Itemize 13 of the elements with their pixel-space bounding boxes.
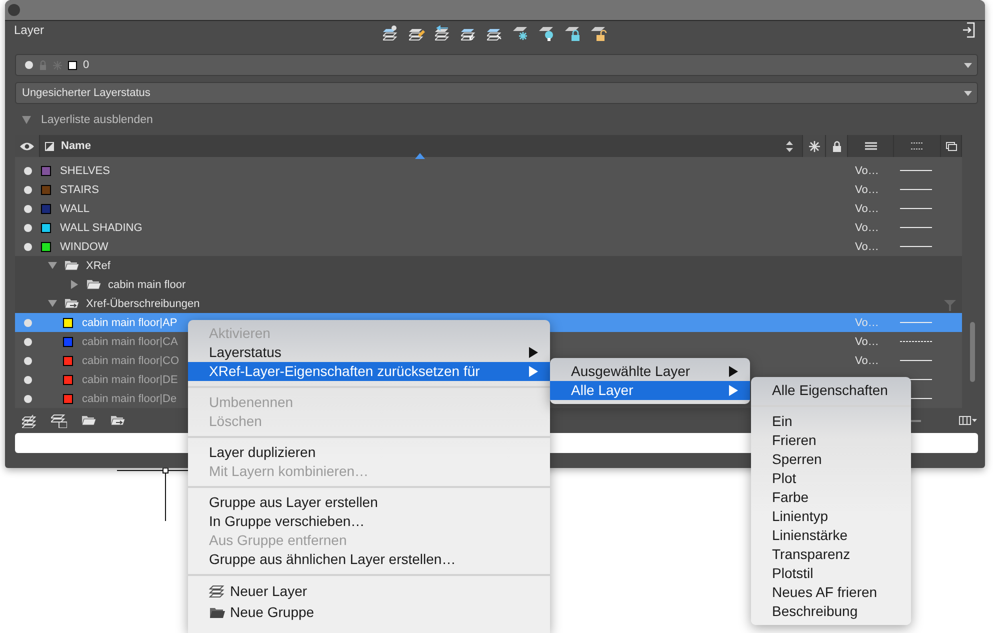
lineweight-text: Vo… xyxy=(855,222,879,234)
lineweight-text: Vo… xyxy=(855,240,879,252)
layer-name: 0 xyxy=(83,59,90,71)
lineweight-text: Vo… xyxy=(855,164,879,176)
lineweight-text: Vo… xyxy=(855,316,879,328)
lineweight-text: Vo… xyxy=(855,184,879,196)
lineweight-text: Vo… xyxy=(855,202,879,214)
lineweight-text: Vo… xyxy=(855,336,879,348)
group-name: cabin main floor xyxy=(108,278,186,290)
lineweight-text: Vo… xyxy=(855,354,879,366)
group-name: XRef xyxy=(86,260,110,272)
group-name: Xref-Überschreibungen xyxy=(86,298,200,310)
palette-title: Layer xyxy=(14,22,44,37)
